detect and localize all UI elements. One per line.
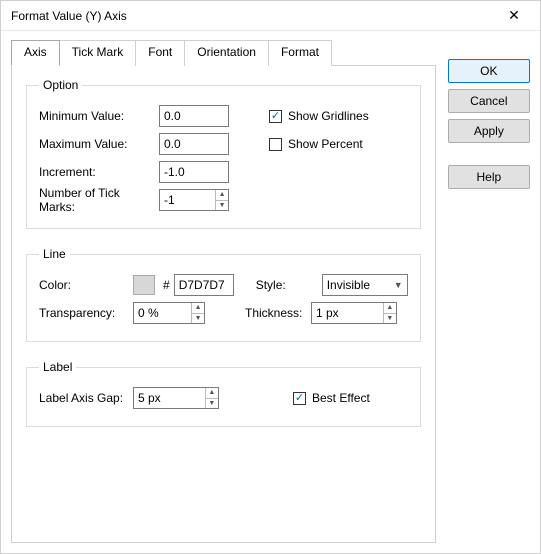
transparency-label: Transparency: [39, 306, 133, 320]
best-effect-label: Best Effect [312, 391, 370, 405]
close-icon[interactable]: ✕ [494, 2, 534, 30]
maximum-value-label: Maximum Value: [39, 137, 159, 151]
tickmarks-spinner[interactable]: ▲ ▼ [215, 190, 228, 210]
tab-orientation[interactable]: Orientation [185, 40, 269, 66]
chevron-up-icon[interactable]: ▲ [192, 303, 204, 314]
dialog-window: Format Value (Y) Axis ✕ Axis Tick Mark F… [0, 0, 541, 554]
chevron-up-icon[interactable]: ▲ [206, 388, 218, 399]
increment-field[interactable] [160, 162, 228, 182]
chevron-down-icon[interactable]: ▼ [192, 314, 204, 324]
show-gridlines-label: Show Gridlines [288, 109, 369, 123]
show-percent-label: Show Percent [288, 137, 363, 151]
tab-tickmark[interactable]: Tick Mark [60, 40, 137, 66]
label-axis-gap-label: Label Axis Gap: [39, 391, 133, 405]
color-hex-field[interactable] [175, 275, 233, 295]
increment-label: Increment: [39, 165, 159, 179]
style-value: Invisible [327, 278, 394, 292]
hash-symbol: # [163, 278, 170, 292]
increment-input[interactable] [159, 161, 229, 183]
tickmarks-field[interactable] [160, 190, 215, 210]
tabstrip: Axis Tick Mark Font Orientation Format [11, 39, 436, 65]
help-button[interactable]: Help [448, 165, 530, 189]
chevron-down-icon[interactable]: ▼ [216, 201, 228, 211]
group-option: Option Minimum Value: ✓ Show Gridlines [26, 78, 421, 229]
show-gridlines-checkbox[interactable]: ✓ Show Gridlines [269, 109, 369, 123]
chevron-down-icon[interactable]: ▼ [384, 314, 396, 324]
tickmarks-input[interactable]: ▲ ▼ [159, 189, 229, 211]
label-axis-gap-spinner[interactable]: ▲ ▼ [205, 388, 218, 408]
transparency-field[interactable] [134, 303, 191, 323]
minimum-value-input[interactable] [159, 105, 229, 127]
ok-button[interactable]: OK [448, 59, 530, 83]
style-select[interactable]: Invisible ▼ [322, 274, 408, 296]
side-column: OK Cancel Apply Help [448, 39, 530, 543]
cancel-button[interactable]: Cancel [448, 89, 530, 113]
tab-format[interactable]: Format [269, 40, 332, 66]
group-label: Label Label Axis Gap: ▲ ▼ ✓ [26, 360, 421, 427]
transparency-input[interactable]: ▲ ▼ [133, 302, 205, 324]
checkbox-icon[interactable]: ✓ [269, 110, 282, 123]
maximum-value-input[interactable] [159, 133, 229, 155]
best-effect-checkbox[interactable]: ✓ Best Effect [293, 391, 370, 405]
label-axis-gap-input[interactable]: ▲ ▼ [133, 387, 219, 409]
show-percent-checkbox[interactable]: Show Percent [269, 137, 363, 151]
minimum-value-label: Minimum Value: [39, 109, 159, 123]
transparency-spinner[interactable]: ▲ ▼ [191, 303, 204, 323]
chevron-up-icon[interactable]: ▲ [216, 190, 228, 201]
tickmarks-label: Number of Tick Marks: [39, 186, 159, 214]
maximum-value-field[interactable] [160, 134, 228, 154]
main-column: Axis Tick Mark Font Orientation Format O… [11, 39, 436, 543]
color-hex-input[interactable] [174, 274, 234, 296]
tab-font[interactable]: Font [136, 40, 185, 66]
dialog-body: Axis Tick Mark Font Orientation Format O… [1, 31, 540, 553]
color-swatch[interactable] [133, 275, 155, 295]
group-label-legend: Label [39, 360, 76, 374]
thickness-label: Thickness: [245, 306, 311, 320]
thickness-spinner[interactable]: ▲ ▼ [383, 303, 396, 323]
group-option-legend: Option [39, 78, 82, 92]
group-line: Line Color: # Style: Invisible ▼ [26, 247, 421, 342]
checkbox-icon[interactable]: ✓ [293, 392, 306, 405]
label-axis-gap-field[interactable] [134, 388, 205, 408]
minimum-value-field[interactable] [160, 106, 228, 126]
checkbox-icon[interactable] [269, 138, 282, 151]
dialog-title: Format Value (Y) Axis [11, 9, 494, 23]
apply-button[interactable]: Apply [448, 119, 530, 143]
tab-axis[interactable]: Axis [11, 40, 60, 66]
titlebar: Format Value (Y) Axis ✕ [1, 1, 540, 31]
tab-panel-axis: Option Minimum Value: ✓ Show Gridlines [11, 65, 436, 543]
thickness-field[interactable] [312, 303, 383, 323]
group-line-legend: Line [39, 247, 70, 261]
thickness-input[interactable]: ▲ ▼ [311, 302, 397, 324]
chevron-down-icon[interactable]: ▼ [206, 399, 218, 409]
style-label: Style: [256, 278, 322, 292]
chevron-up-icon[interactable]: ▲ [384, 303, 396, 314]
chevron-down-icon: ▼ [394, 280, 403, 290]
color-label: Color: [39, 278, 133, 292]
